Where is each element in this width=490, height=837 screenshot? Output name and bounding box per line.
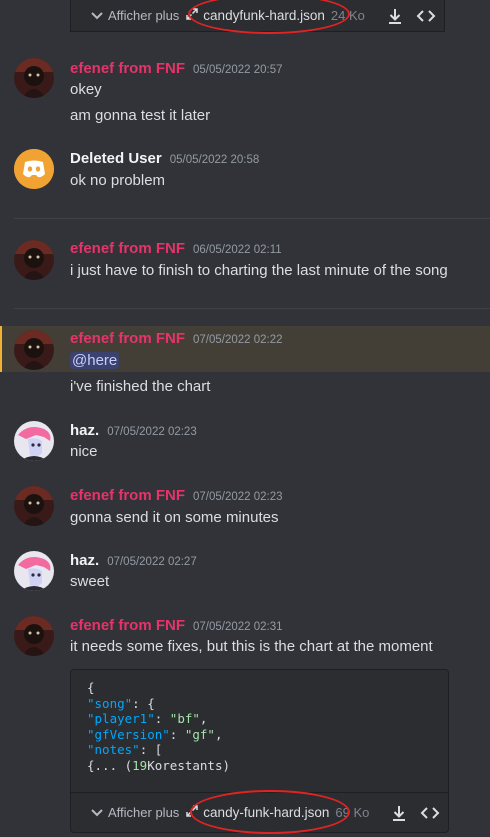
download-icon[interactable] [386,7,404,25]
date-divider [14,218,490,219]
attachment-size: 69 Ko [335,805,370,820]
attachment-tools [390,804,440,822]
chevron-down-icon[interactable] [91,806,103,820]
mention-here[interactable]: @here [70,352,120,369]
username[interactable]: efenef from FNF [70,487,185,504]
avatar[interactable] [14,551,54,591]
timestamp: 05/05/2022 20:58 [169,154,260,166]
timestamp: 05/05/2022 20:57 [193,64,283,76]
download-icon[interactable] [390,804,408,822]
message-text: nice [70,443,98,460]
message-header: efenef from FNF 07/05/2022 02:31 [70,617,283,635]
username[interactable]: efenef from FNF [70,60,185,77]
timestamp: 07/05/2022 02:27 [107,556,197,568]
code-line: { [87,680,95,695]
attachment-size: 24 Ko [330,8,365,23]
timestamp: 06/05/2022 02:11 [193,244,282,256]
date-divider [14,308,490,309]
chevron-down-icon[interactable] [91,9,103,23]
message-text: am gonna test it later [70,107,211,124]
attachment-bar-top: Afficher plus candyfunk-hard.json 24 Ko [70,0,445,32]
timestamp: 07/05/2022 02:31 [193,621,283,633]
message-header: haz. 07/05/2022 02:27 [70,552,197,570]
message-text: gonna send it on some minutes [70,509,279,526]
code-preview[interactable]: { "song": { "player1": "bf", "gfVersion"… [70,669,449,793]
message-text: @here [70,352,120,369]
timestamp: 07/05/2022 02:23 [107,426,197,438]
message-text: okey [70,81,102,98]
attachment-bar-bottom: Afficher plus candy-funk-hard.json 69 Ko [70,793,449,833]
username[interactable]: efenef from FNF [70,617,185,634]
attachment-tools [386,7,436,25]
code-line: "song": { [87,695,155,711]
message-text: ok no problem [70,172,166,189]
avatar[interactable] [14,421,54,461]
attachment-filename[interactable]: candyfunk-hard.json [203,8,325,23]
timestamp: 07/05/2022 02:23 [193,491,283,503]
code-view-icon[interactable] [420,805,440,821]
message-text: i've finished the chart [70,378,211,395]
show-more-button[interactable]: Afficher plus [108,8,179,23]
message-header: efenef from FNF 07/05/2022 02:22 [70,330,283,348]
message-text: it needs some fixes, but this is the cha… [70,638,433,655]
code-line: "player1": "bf", [87,711,208,726]
code-line: {... (19Korestants) [87,757,231,773]
attachment-filename[interactable]: candy-funk-hard.json [203,805,329,820]
message-header: efenef from FNF 05/05/2022 20:57 [70,60,283,78]
avatar[interactable] [14,616,54,656]
message-header: haz. 07/05/2022 02:23 [70,422,197,440]
message-header: Deleted User 05/05/2022 20:58 [70,150,259,168]
code-line: "notes": [ [87,742,163,757]
avatar[interactable] [14,240,54,280]
code-view-icon[interactable] [416,8,436,24]
username[interactable]: haz. [70,552,99,569]
username[interactable]: efenef from FNF [70,330,185,347]
avatar[interactable] [14,149,54,189]
avatar[interactable] [14,58,54,98]
timestamp: 07/05/2022 02:22 [193,334,283,346]
username[interactable]: efenef from FNF [70,240,185,257]
message-text: i just have to finish to charting the la… [70,262,448,279]
avatar[interactable] [14,486,54,526]
code-line: "gfVersion": "gf", [87,726,223,742]
avatar[interactable] [14,330,54,370]
expand-icon[interactable] [185,804,199,821]
show-more-button[interactable]: Afficher plus [108,805,179,820]
message-header: efenef from FNF 06/05/2022 02:11 [70,240,282,258]
username[interactable]: Deleted User [70,150,162,167]
expand-icon[interactable] [185,7,199,24]
message-header: efenef from FNF 07/05/2022 02:23 [70,487,283,505]
username[interactable]: haz. [70,422,99,439]
message-text: sweet [70,573,110,590]
